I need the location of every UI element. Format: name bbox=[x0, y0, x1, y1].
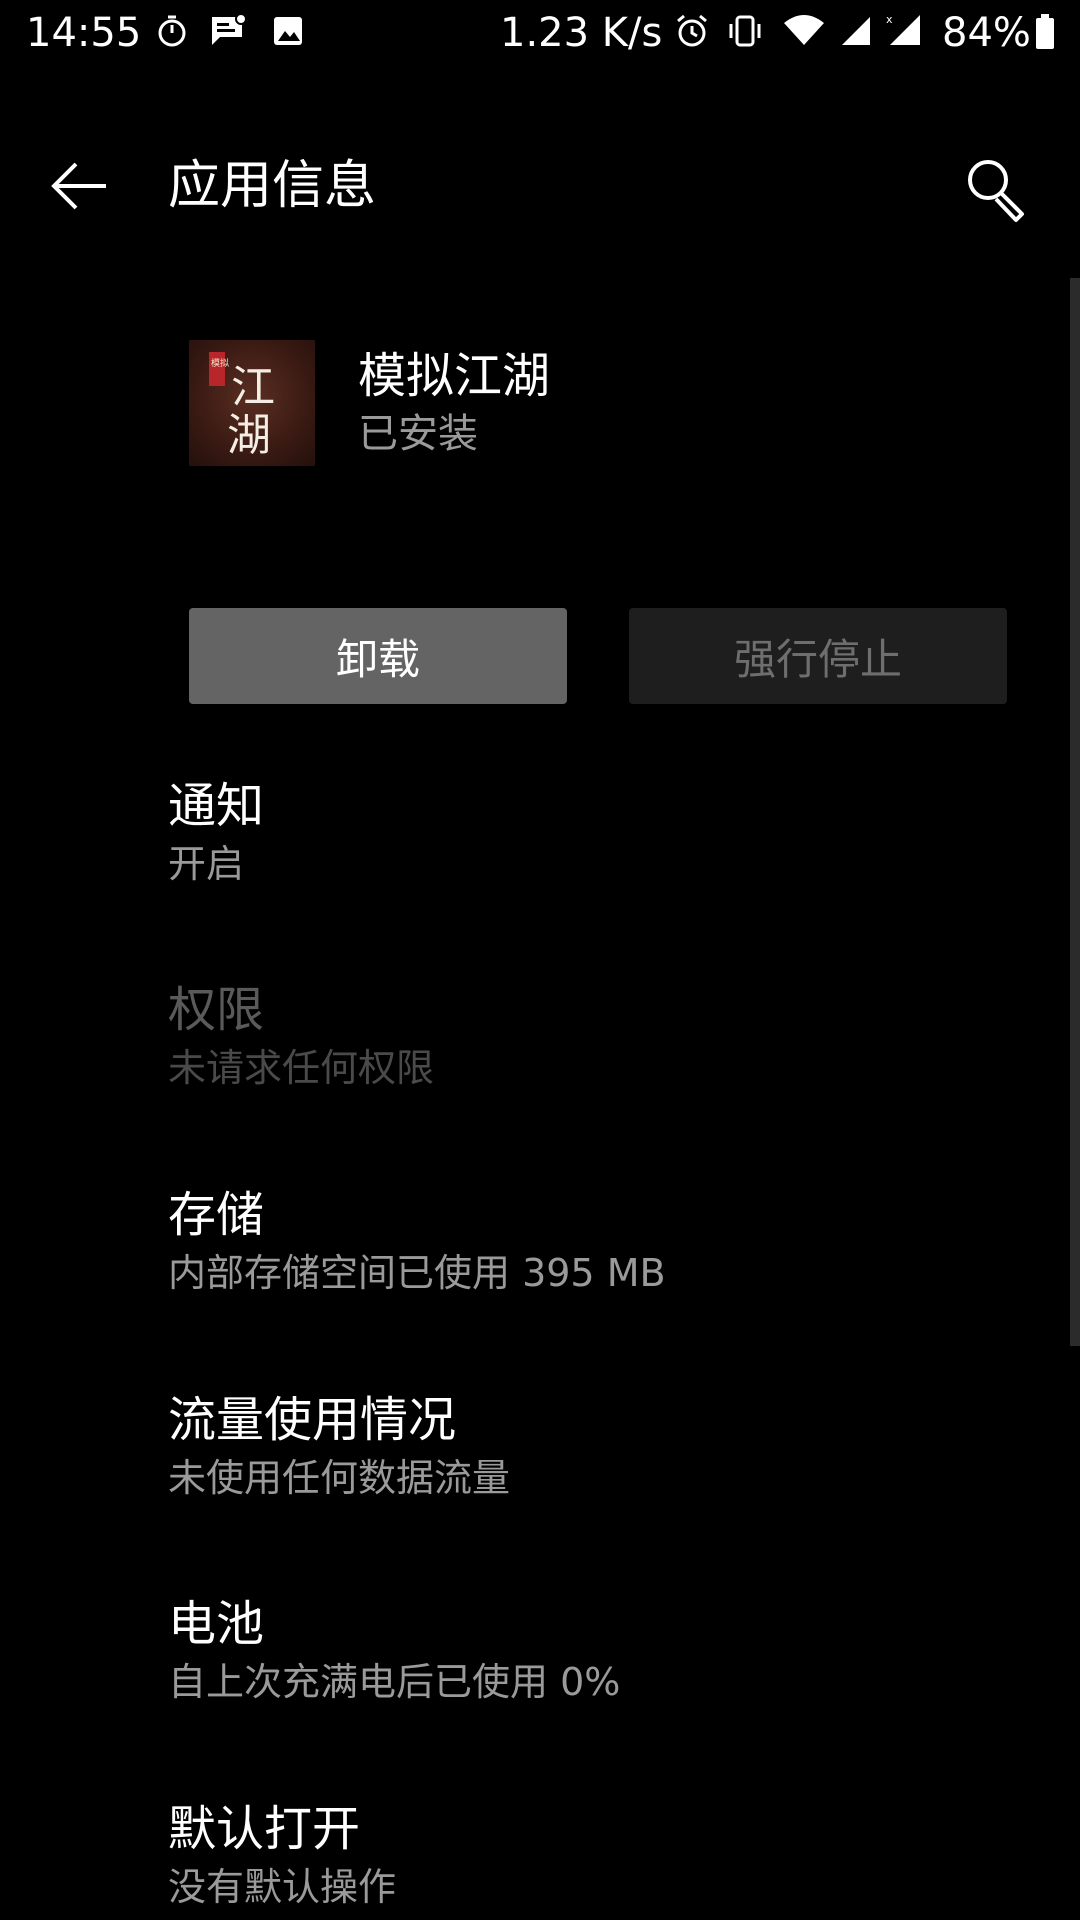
item-title: 流量使用情况 bbox=[168, 1392, 457, 1448]
item-subtitle: 未使用任何数据流量 bbox=[168, 1456, 511, 1500]
app-icon-text-small: 模拟 bbox=[211, 357, 229, 369]
status-bar: 14:55 1.23 K/s x 84% bbox=[0, 0, 1080, 66]
signal-icon bbox=[838, 13, 874, 49]
timer-icon bbox=[154, 13, 190, 49]
app-icon-text-2: 湖 bbox=[227, 410, 271, 461]
image-icon bbox=[270, 13, 306, 49]
message-icon bbox=[210, 13, 247, 49]
force-stop-button[interactable]: 强行停止 bbox=[629, 608, 1007, 704]
item-subtitle: 未请求任何权限 bbox=[168, 1046, 435, 1090]
page-title: 应用信息 bbox=[168, 156, 377, 216]
toolbar: 应用信息 bbox=[0, 130, 1080, 242]
status-time: 14:55 bbox=[26, 10, 142, 56]
uninstall-button[interactable]: 卸载 bbox=[189, 608, 567, 704]
list-item-notifications[interactable]: 通知 开启 bbox=[0, 776, 1060, 980]
list-item-storage[interactable]: 存储 内部存储空间已使用 395 MB bbox=[0, 1185, 1060, 1389]
search-icon bbox=[968, 160, 1024, 222]
item-subtitle: 自上次充满电后已使用 0% bbox=[168, 1660, 621, 1704]
app-name: 模拟江湖 bbox=[358, 348, 551, 404]
item-subtitle: 开启 bbox=[168, 842, 245, 886]
back-button[interactable] bbox=[40, 150, 120, 222]
app-icon-text-1: 江 bbox=[231, 362, 275, 413]
list-item-data-usage[interactable]: 流量使用情况 未使用任何数据流量 bbox=[0, 1390, 1060, 1594]
wifi-icon bbox=[782, 13, 826, 49]
item-subtitle: 内部存储空间已使用 395 MB bbox=[168, 1251, 666, 1295]
search-button[interactable] bbox=[960, 152, 1032, 224]
list-item-battery[interactable]: 电池 自上次充满电后已使用 0% bbox=[0, 1594, 1060, 1798]
item-title: 默认打开 bbox=[168, 1801, 361, 1857]
list-item-open-by-default[interactable]: 默认打开 没有默认操作 bbox=[0, 1799, 1060, 1920]
item-subtitle: 没有默认操作 bbox=[168, 1865, 397, 1909]
scrollbar[interactable] bbox=[1070, 278, 1080, 1346]
item-title: 存储 bbox=[168, 1187, 265, 1243]
list-item-permissions: 权限 未请求任何权限 bbox=[0, 980, 1060, 1184]
signal-x-icon: x bbox=[884, 13, 924, 49]
app-icon: 模拟 江 湖 bbox=[189, 340, 315, 466]
alarm-icon bbox=[674, 13, 710, 49]
svg-text:x: x bbox=[886, 13, 893, 26]
arrow-left-icon bbox=[51, 162, 106, 210]
item-title: 通知 bbox=[168, 778, 265, 834]
item-title: 权限 bbox=[168, 982, 265, 1038]
app-install-status: 已安装 bbox=[358, 411, 478, 457]
network-speed: 1.23 K/s bbox=[500, 10, 663, 56]
battery-icon bbox=[1034, 13, 1056, 49]
vibrate-icon bbox=[726, 13, 762, 49]
battery-percent: 84% bbox=[942, 10, 1031, 56]
item-title: 电池 bbox=[168, 1596, 265, 1652]
